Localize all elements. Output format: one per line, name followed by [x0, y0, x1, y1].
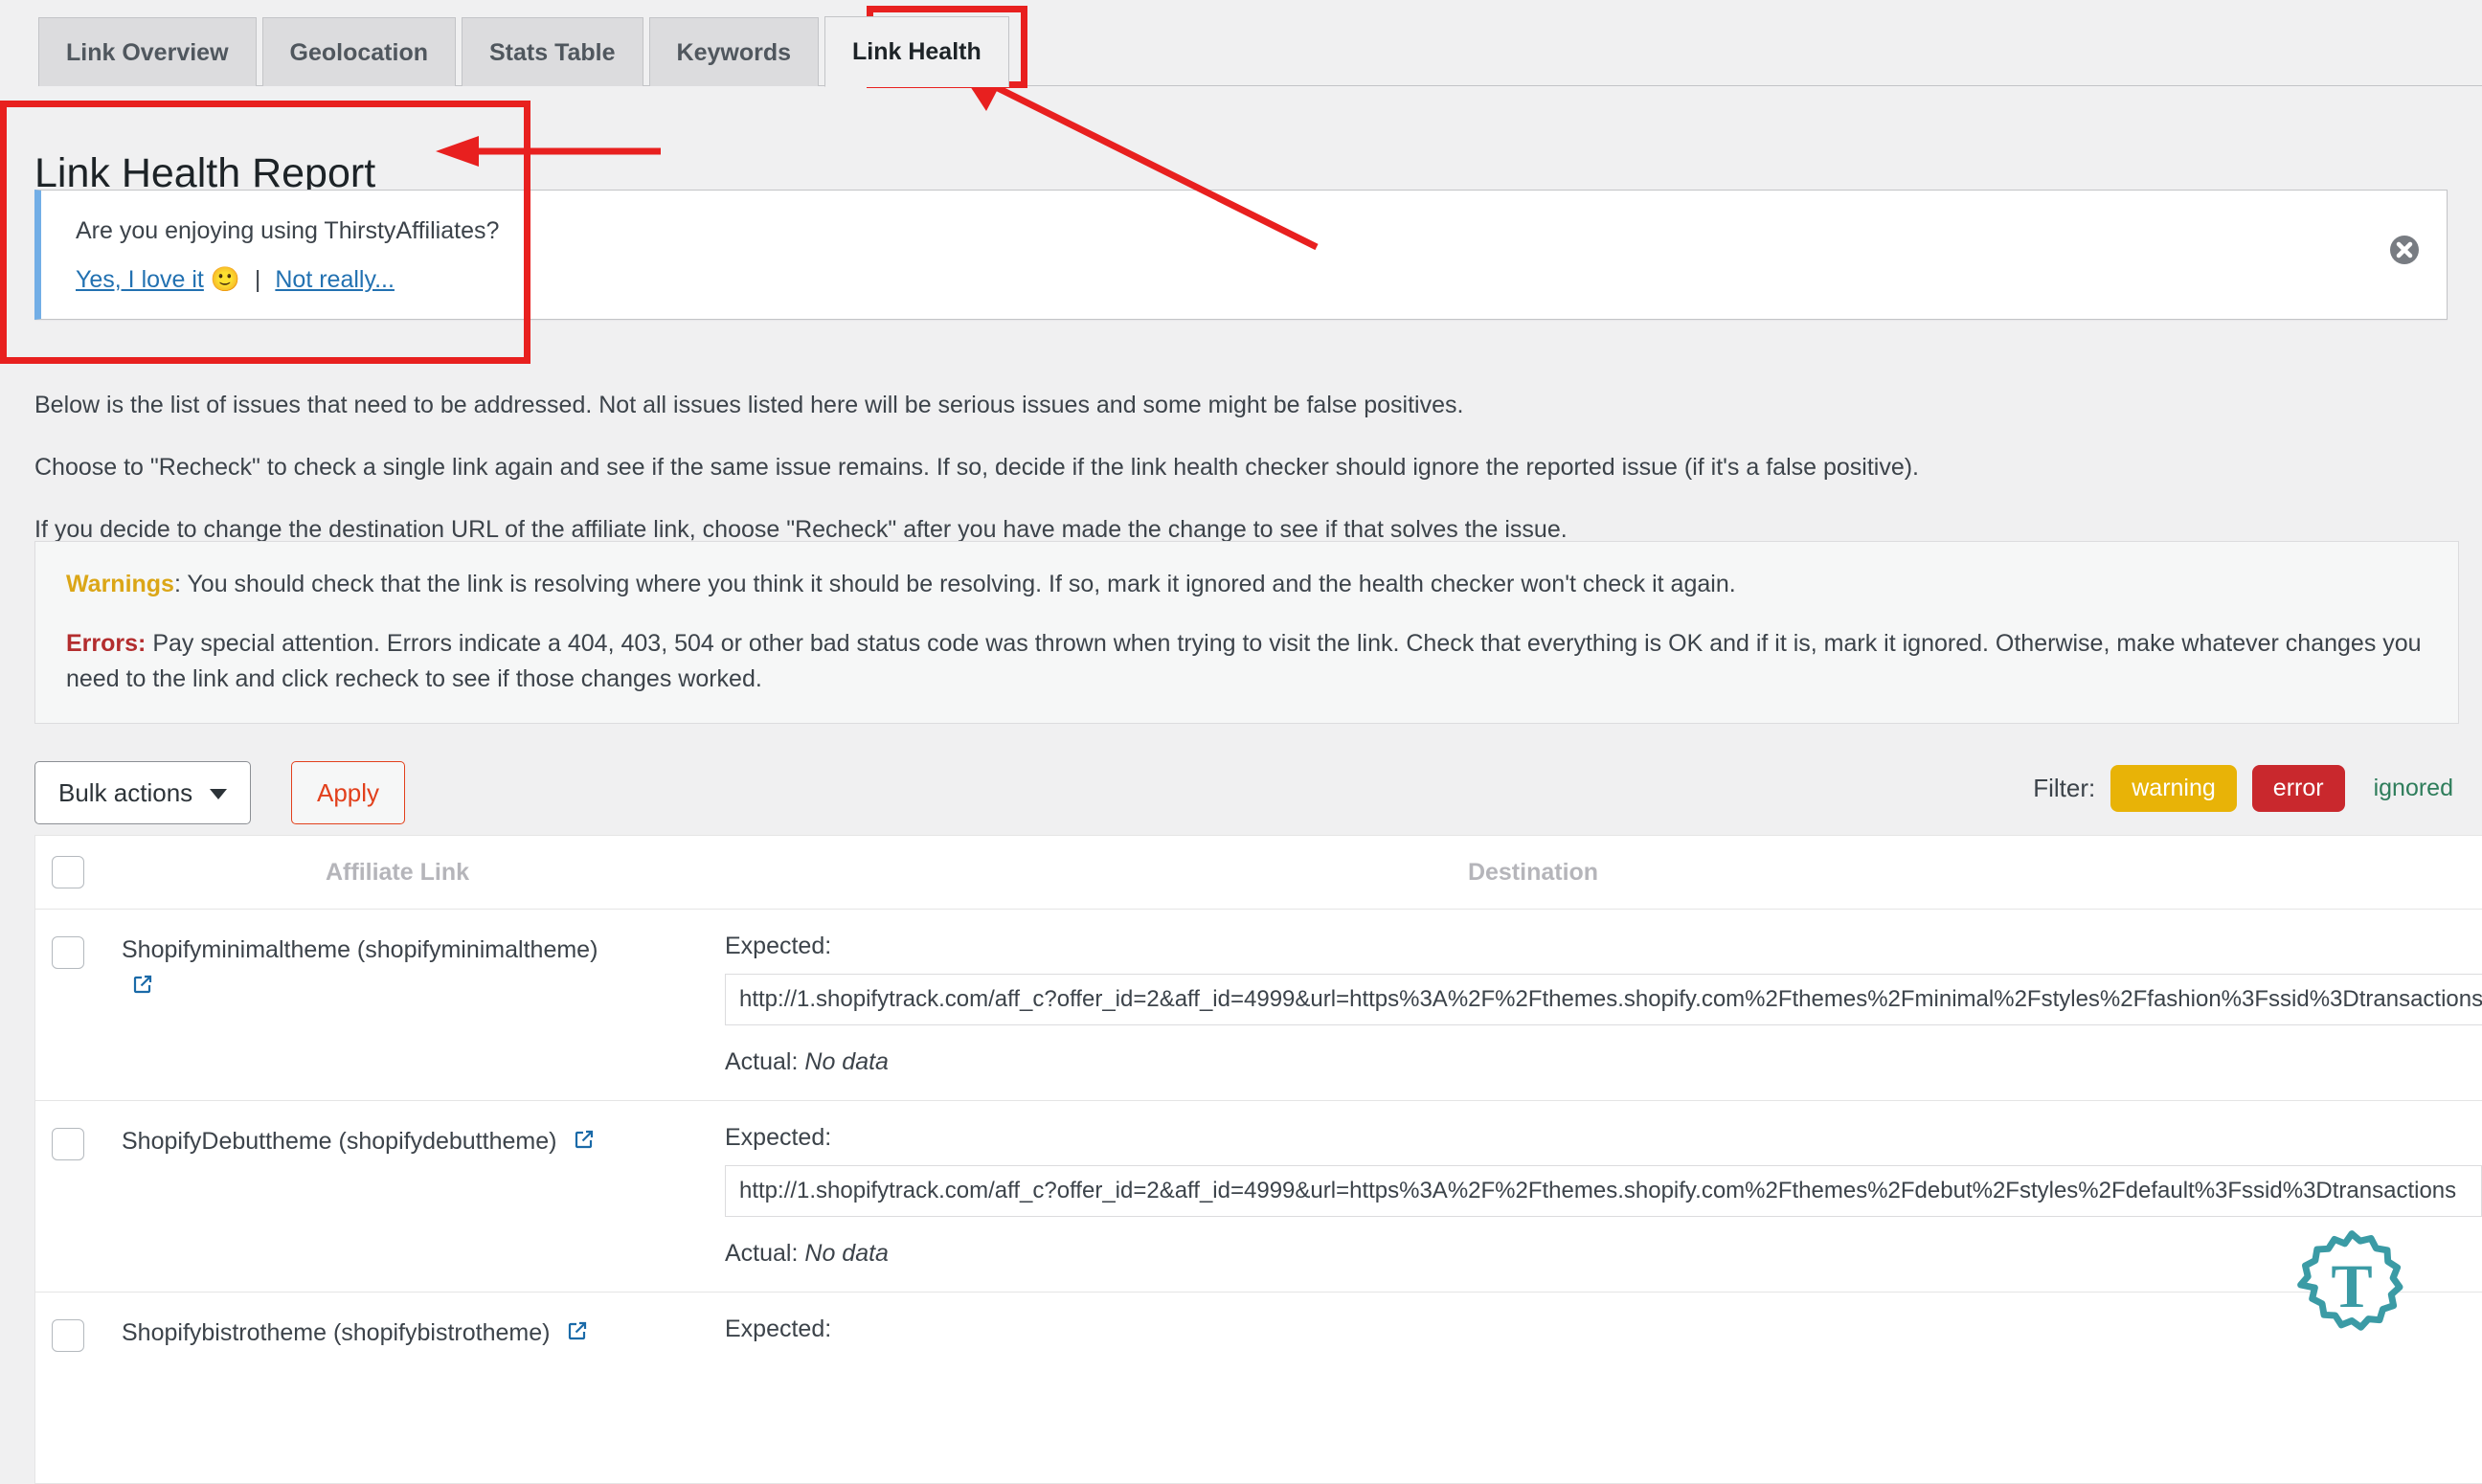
apply-button[interactable]: Apply [291, 761, 406, 824]
warnings-label: Warnings [66, 571, 174, 597]
affiliate-link-name: ShopifyDebuttheme (shopifydebuttheme) [122, 1128, 557, 1155]
row-select-cell [35, 1101, 101, 1292]
external-link-icon[interactable] [566, 1317, 589, 1354]
legend-infobox: Warnings: You should check that the link… [34, 541, 2459, 724]
notice-actions: Yes, I love it 🙂 | Not really... [76, 266, 2447, 294]
intro-paragraph-2: Choose to "Recheck" to check a single li… [34, 454, 1920, 481]
link-health-table: Affiliate Link Destination Shopifyminima… [34, 835, 2482, 1484]
actual-value: Actual: No data [725, 1240, 2482, 1268]
tab-link-health[interactable]: Link Health [824, 16, 1009, 87]
column-header-destination[interactable]: Destination [752, 859, 2482, 887]
affiliate-link-cell: ShopifyDebuttheme (shopifydebuttheme) [101, 1101, 725, 1292]
expected-label: Expected: [725, 1124, 832, 1151]
notice-emoji: 🙂 [210, 266, 240, 293]
expected-label: Expected: [725, 1315, 832, 1342]
affiliate-link-cell: Shopifyminimaltheme (shopifyminimaltheme… [101, 910, 725, 1100]
thirsty-affiliates-gear-icon[interactable]: T [2296, 1229, 2407, 1340]
row-checkbox[interactable] [52, 1128, 84, 1160]
bulk-actions-label: Bulk actions [58, 777, 193, 807]
external-link-icon[interactable] [573, 1126, 596, 1162]
row-select-cell [35, 1293, 101, 1483]
filter-chip-ignored[interactable]: ignored [2360, 765, 2459, 812]
affiliate-link-name: Shopifyminimaltheme (shopifyminimaltheme… [122, 936, 598, 963]
notice-question: Are you enjoying using ThirstyAffiliates… [76, 217, 500, 244]
bulk-actions-select[interactable]: Bulk actions [34, 761, 252, 824]
row-select-cell [35, 910, 101, 1100]
warnings-text: : You should check that the link is reso… [173, 571, 1736, 597]
row-checkbox[interactable] [52, 936, 84, 969]
notice-no-link[interactable]: Not really... [275, 266, 395, 293]
chevron-down-icon [210, 789, 228, 799]
errors-text: Pay special attention. Errors indicate a… [66, 630, 2422, 692]
tab-link-overview[interactable]: Link Overview [38, 17, 257, 86]
tab-geolocation[interactable]: Geolocation [261, 17, 456, 86]
filter-chip-warning[interactable]: warning [2110, 765, 2237, 812]
table-toolbar: Bulk actions Apply Filter: warning error… [34, 761, 2459, 824]
select-all-checkbox[interactable] [52, 856, 84, 888]
warnings-legend: Warnings: You should check that the link… [66, 567, 2427, 601]
destination-cell: Expected: http://1.shopifytrack.com/aff_… [725, 910, 2482, 1100]
row-checkbox[interactable] [52, 1319, 84, 1352]
errors-label: Errors: [66, 630, 147, 658]
close-circle-icon[interactable] [2387, 233, 2422, 267]
expected-url-input[interactable]: http://1.shopifytrack.com/aff_c?offer_id… [725, 974, 2482, 1025]
review-notice: Are you enjoying using ThirstyAffiliates… [34, 190, 2448, 320]
tab-keywords[interactable]: Keywords [648, 17, 820, 86]
expected-label: Expected: [725, 933, 832, 959]
table-header-row: Affiliate Link Destination [35, 836, 2482, 910]
destination-cell: Expected: [725, 1293, 2482, 1483]
notice-separator: | [254, 266, 261, 293]
filter-group: Filter: warning error ignored [2033, 765, 2459, 812]
errors-legend: Errors: Pay special attention. Errors in… [66, 626, 2427, 696]
affiliate-link-name: Shopifybistrotheme (shopifybistrotheme) [122, 1319, 551, 1346]
intro-paragraph-1: Below is the list of issues that need to… [34, 392, 1464, 418]
actual-label: Actual: [725, 1048, 799, 1075]
table-row: ShopifyDebuttheme (shopifydebuttheme) Ex… [35, 1101, 2482, 1293]
destination-cell: Expected: http://1.shopifytrack.com/aff_… [725, 1101, 2482, 1292]
tab-bar: Link Overview Geolocation Stats Table Ke… [0, 0, 2482, 87]
filter-chip-error[interactable]: error [2251, 765, 2345, 812]
tab-stats-table[interactable]: Stats Table [462, 17, 643, 86]
external-link-icon[interactable] [131, 971, 154, 1007]
actual-text: No data [804, 1240, 889, 1267]
actual-label: Actual: [725, 1240, 799, 1267]
column-header-affiliate-link[interactable]: Affiliate Link [101, 859, 752, 887]
table-row: Shopifyminimaltheme (shopifyminimaltheme… [35, 910, 2482, 1101]
table-row: Shopifybistrotheme (shopifybistrotheme) … [35, 1293, 2482, 1484]
select-all-cell [35, 856, 101, 888]
actual-value: Actual: No data [725, 1048, 2482, 1076]
expected-url-input[interactable]: http://1.shopifytrack.com/aff_c?offer_id… [725, 1165, 2482, 1217]
notice-yes-link[interactable]: Yes, I love it [76, 266, 204, 293]
filter-label: Filter: [2033, 773, 2096, 802]
svg-text:T: T [2331, 1252, 2372, 1321]
affiliate-link-cell: Shopifybistrotheme (shopifybistrotheme) [101, 1293, 725, 1483]
actual-text: No data [804, 1048, 889, 1075]
